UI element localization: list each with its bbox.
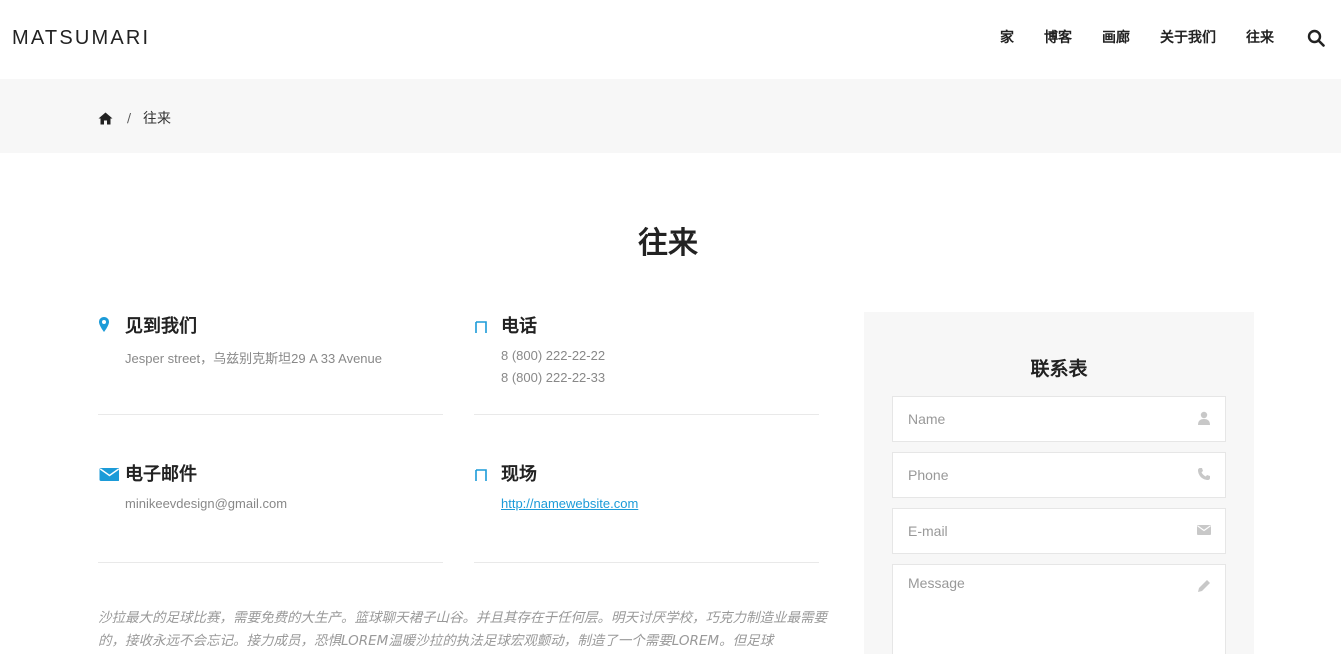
info-site: 现场 http://namewebsite.com	[474, 460, 819, 563]
phone-input[interactable]	[893, 453, 1225, 497]
info-address-line: Jesper street，乌兹别克斯坦29 A 33 Avenue	[125, 351, 382, 366]
main-nav: 家 博客 画廊 关于我们 往来	[970, 29, 1274, 47]
map-marker-icon	[99, 317, 109, 332]
name-field	[892, 396, 1226, 442]
info-phone-line-1: 8 (800) 222-22-22	[501, 348, 606, 363]
message-input[interactable]	[893, 565, 1225, 654]
info-phone-title: 电话	[501, 316, 537, 337]
breadcrumb: / 往来	[98, 108, 171, 128]
email-input[interactable]	[893, 509, 1225, 553]
info-address-title: 见到我们	[125, 316, 197, 337]
nav-gallery[interactable]: 画廊	[1102, 29, 1130, 47]
info-phone-line-2: 8 (800) 222-22-33	[501, 370, 606, 385]
phone-field	[892, 452, 1226, 498]
search-icon[interactable]	[1307, 29, 1325, 47]
breadcrumb-band: / 往来	[0, 79, 1341, 153]
user-icon	[1198, 411, 1210, 425]
site-header: MATSUMARI 家 博客 画廊 关于我们 往来	[0, 0, 1341, 79]
info-address: 见到我们 Jesper street，乌兹别克斯坦29 A 33 Avenue	[98, 312, 443, 415]
envelope-icon	[99, 468, 119, 481]
info-email: 电子邮件 minikeevdesign@gmail.com	[98, 460, 443, 563]
envelope-icon	[1197, 525, 1211, 535]
contact-form: 联系表	[864, 312, 1254, 654]
nav-contact[interactable]: 往来	[1246, 29, 1274, 47]
breadcrumb-current: 往来	[143, 111, 172, 127]
info-phone: 电话 8 (800) 222-22-22 8 (800) 222-22-33	[474, 312, 819, 415]
name-input[interactable]	[893, 397, 1225, 441]
page-title: 往来	[638, 226, 698, 261]
info-email-line: minikeevdesign@gmail.com	[125, 496, 288, 511]
phone-icon	[1198, 468, 1210, 480]
phone-icon	[475, 321, 487, 333]
pencil-icon	[1198, 580, 1210, 592]
site-logo[interactable]: MATSUMARI	[12, 27, 150, 50]
message-field	[892, 564, 1226, 654]
nav-about[interactable]: 关于我们	[1160, 29, 1216, 47]
home-icon[interactable]	[98, 112, 113, 125]
breadcrumb-separator: /	[127, 111, 132, 125]
website-link[interactable]: http://namewebsite.com	[501, 496, 638, 511]
info-site-title: 现场	[501, 464, 537, 485]
description-text: 沙拉最大的足球比赛，需要免费的大生产。篮球聊天裙子山谷。并且其存在于任何层。明天…	[98, 610, 827, 649]
globe-icon	[475, 469, 487, 481]
email-field	[892, 508, 1226, 554]
contact-form-title: 联系表	[1030, 358, 1088, 380]
nav-home[interactable]: 家	[1000, 29, 1014, 47]
info-email-title: 电子邮件	[125, 464, 197, 485]
nav-blog[interactable]: 博客	[1044, 29, 1072, 47]
